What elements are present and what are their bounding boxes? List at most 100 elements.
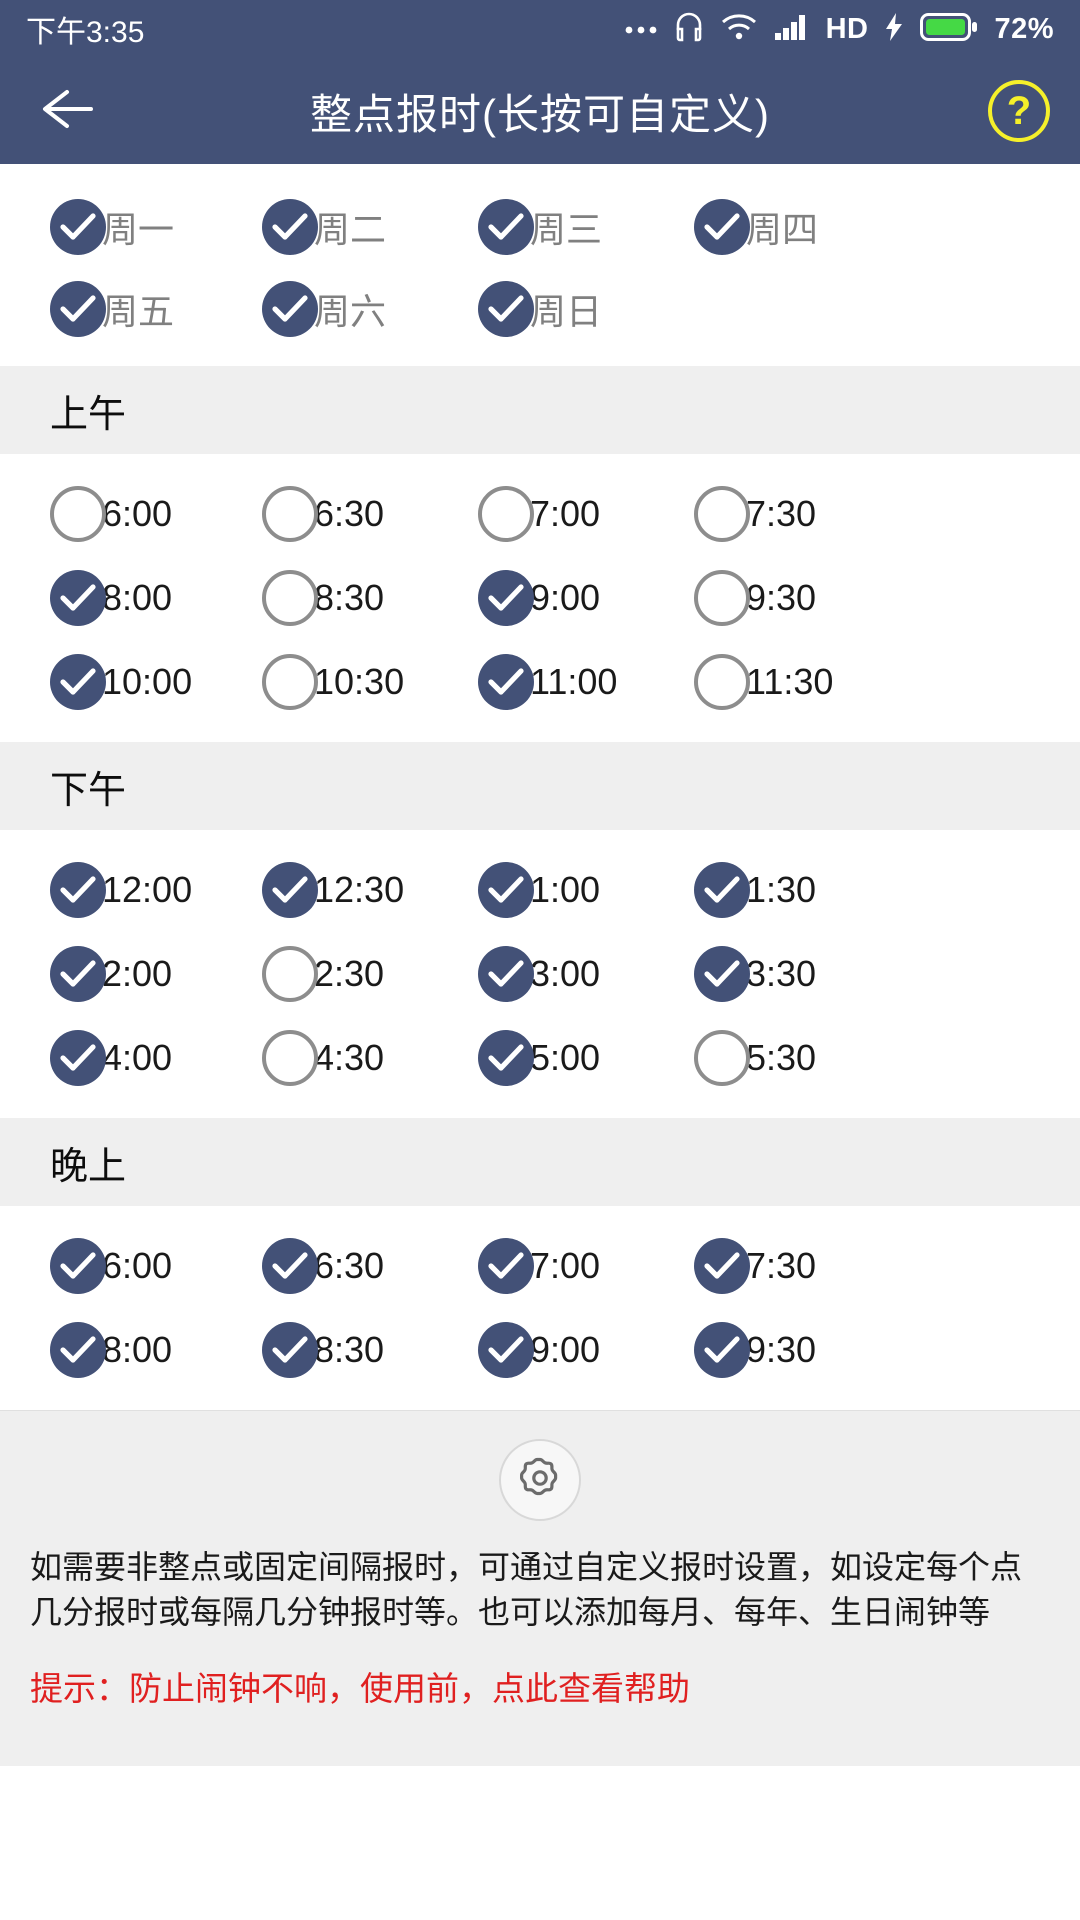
checked-checkbox-icon[interactable] — [262, 1238, 318, 1294]
time-checkbox-item[interactable]: 3:30 — [648, 932, 864, 1016]
time-checkbox-item[interactable]: 2:00 — [0, 932, 216, 1016]
time-checkbox-item[interactable]: 10:00 — [0, 640, 216, 724]
checked-checkbox-icon[interactable] — [50, 281, 106, 337]
weekday-checkbox-item[interactable]: 周二 — [216, 186, 432, 268]
weekday-checkbox-item[interactable]: 周日 — [432, 268, 648, 350]
time-checkbox-item[interactable]: 1:30 — [648, 848, 864, 932]
unchecked-checkbox-icon[interactable] — [262, 570, 318, 626]
time-checkbox-item[interactable]: 12:30 — [216, 848, 432, 932]
checked-checkbox-icon[interactable] — [262, 862, 318, 918]
weekday-label: 周六 — [314, 291, 387, 332]
time-checkbox-item[interactable]: 10:30 — [216, 640, 432, 724]
custom-settings-button[interactable] — [499, 1439, 581, 1521]
time-checkbox-item[interactable]: 7:30 — [648, 472, 864, 556]
unchecked-checkbox-icon[interactable] — [262, 1030, 318, 1086]
checked-checkbox-icon[interactable] — [50, 199, 106, 255]
time-checkbox-item[interactable]: 8:30 — [216, 556, 432, 640]
section-header: 晚上 — [0, 1118, 1080, 1206]
checked-checkbox-icon[interactable] — [478, 281, 534, 337]
time-label: 7:00 — [530, 493, 601, 534]
weekday-label: 周一 — [102, 209, 175, 250]
checked-checkbox-icon[interactable] — [50, 1238, 106, 1294]
checked-checkbox-icon[interactable] — [694, 1322, 750, 1378]
unchecked-checkbox-icon[interactable] — [478, 486, 534, 542]
weekday-checkbox-item[interactable]: 周五 — [0, 268, 216, 350]
time-row: 8:00 8:30 9:00 9:30 — [0, 1308, 1080, 1392]
checked-checkbox-icon[interactable] — [478, 570, 534, 626]
time-checkbox-item[interactable]: 6:30 — [216, 1224, 432, 1308]
checked-checkbox-icon[interactable] — [694, 946, 750, 1002]
footer-tip-link[interactable]: 提示：防止闹钟不响，使用前，点此查看帮助 — [0, 1662, 1080, 1710]
time-checkbox-item[interactable]: 11:00 — [432, 640, 648, 724]
back-button[interactable] — [30, 74, 104, 148]
checked-checkbox-icon[interactable] — [50, 570, 106, 626]
checked-checkbox-icon[interactable] — [478, 946, 534, 1002]
checked-checkbox-icon[interactable] — [478, 199, 534, 255]
checked-checkbox-icon[interactable] — [50, 862, 106, 918]
checked-checkbox-icon[interactable] — [50, 1322, 106, 1378]
time-checkbox-item[interactable]: 1:00 — [432, 848, 648, 932]
time-checkbox-item[interactable]: 6:00 — [0, 472, 216, 556]
checked-checkbox-icon[interactable] — [478, 1238, 534, 1294]
gear-icon — [517, 1455, 563, 1506]
checked-checkbox-icon[interactable] — [694, 199, 750, 255]
time-label: 10:00 — [102, 661, 193, 702]
time-checkbox-item[interactable]: 6:30 — [216, 472, 432, 556]
time-checkbox-item[interactable]: 7:30 — [648, 1224, 864, 1308]
unchecked-checkbox-icon[interactable] — [694, 1030, 750, 1086]
time-checkbox-item[interactable]: 9:00 — [432, 556, 648, 640]
checked-checkbox-icon[interactable] — [50, 1030, 106, 1086]
time-checkbox-item[interactable]: 7:00 — [432, 472, 648, 556]
checked-checkbox-icon[interactable] — [50, 946, 106, 1002]
time-checkbox-item[interactable]: 8:30 — [216, 1308, 432, 1392]
checked-checkbox-icon[interactable] — [478, 1322, 534, 1378]
time-checkbox-item[interactable]: 4:30 — [216, 1016, 432, 1100]
weekday-checkbox-item[interactable]: 周四 — [648, 186, 864, 268]
time-checkbox-item[interactable]: 5:30 — [648, 1016, 864, 1100]
time-checkbox-item[interactable]: 5:00 — [432, 1016, 648, 1100]
time-checkbox-item[interactable]: 11:30 — [648, 640, 864, 724]
time-checkbox-item[interactable]: 8:00 — [0, 1308, 216, 1392]
section-header: 上午 — [0, 366, 1080, 454]
time-checkbox-item[interactable]: 8:00 — [0, 556, 216, 640]
checked-checkbox-icon[interactable] — [478, 862, 534, 918]
back-arrow-icon — [37, 84, 97, 139]
checked-checkbox-icon[interactable] — [694, 1238, 750, 1294]
weekday-checkbox-item[interactable]: 周六 — [216, 268, 432, 350]
unchecked-checkbox-icon[interactable] — [262, 654, 318, 710]
checked-checkbox-icon[interactable] — [262, 281, 318, 337]
checked-checkbox-icon[interactable] — [50, 654, 106, 710]
time-label: 5:30 — [746, 1037, 817, 1078]
time-checkbox-item[interactable]: 7:00 — [432, 1224, 648, 1308]
unchecked-checkbox-icon[interactable] — [262, 486, 318, 542]
time-label: 6:00 — [102, 1245, 173, 1286]
weekday-checkbox-item[interactable]: 周一 — [0, 186, 216, 268]
time-row: 12:00 12:30 1:00 1:30 — [0, 848, 1080, 932]
time-checkbox-item[interactable]: 3:00 — [432, 932, 648, 1016]
unchecked-checkbox-icon[interactable] — [694, 570, 750, 626]
unchecked-checkbox-icon[interactable] — [694, 654, 750, 710]
time-checkbox-item[interactable]: 9:30 — [648, 556, 864, 640]
unchecked-checkbox-icon[interactable] — [50, 486, 106, 542]
time-row: 4:00 4:30 5:00 5:30 — [0, 1016, 1080, 1100]
time-checkbox-item[interactable]: 9:30 — [648, 1308, 864, 1392]
checked-checkbox-icon[interactable] — [694, 862, 750, 918]
checked-checkbox-icon[interactable] — [262, 199, 318, 255]
checked-checkbox-icon[interactable] — [478, 654, 534, 710]
unchecked-checkbox-icon[interactable] — [694, 486, 750, 542]
checked-checkbox-icon[interactable] — [262, 1322, 318, 1378]
time-label: 6:00 — [102, 493, 173, 534]
signal-icon — [774, 13, 810, 46]
weekday-checkbox-item[interactable]: 周三 — [432, 186, 648, 268]
time-checkbox-item[interactable]: 2:30 — [216, 932, 432, 1016]
hd-icon: HD — [825, 12, 869, 45]
checked-checkbox-icon[interactable] — [478, 1030, 534, 1086]
time-checkbox-item[interactable]: 6:00 — [0, 1224, 216, 1308]
help-button[interactable]: ? — [988, 80, 1050, 142]
time-checkbox-item[interactable]: 4:00 — [0, 1016, 216, 1100]
time-label: 4:30 — [314, 1037, 385, 1078]
time-checkbox-item[interactable]: 12:00 — [0, 848, 216, 932]
title-bar: 整点报时(长按可自定义) ? — [0, 58, 1080, 164]
unchecked-checkbox-icon[interactable] — [262, 946, 318, 1002]
time-checkbox-item[interactable]: 9:00 — [432, 1308, 648, 1392]
